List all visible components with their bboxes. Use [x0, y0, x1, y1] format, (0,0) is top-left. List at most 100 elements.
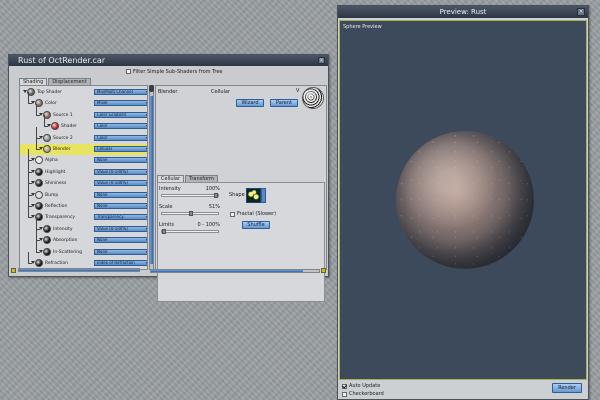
- checkerboard-option[interactable]: Checkerboard: [342, 391, 384, 397]
- scale-slider[interactable]: [161, 211, 219, 216]
- shape-dropdown-handle[interactable]: [261, 188, 266, 203]
- preview-close-icon[interactable]: ×: [577, 8, 585, 16]
- shader-type-dropdown[interactable]: Value (0-100%): [94, 168, 147, 175]
- tree-corner-resize-icon[interactable]: [11, 268, 16, 273]
- tree-row[interactable]: Highlight Value (0-100%): [20, 160, 147, 178]
- shader-type-dropdown[interactable]: Value (0-100%): [94, 180, 147, 187]
- intensity-slider-knob[interactable]: [214, 193, 218, 198]
- shape-swatch[interactable]: [246, 188, 261, 203]
- tab-shading[interactable]: Shading: [19, 78, 48, 85]
- checkerboard-checkbox[interactable]: [342, 391, 347, 397]
- shader-type-dropdown[interactable]: Index of Refraction: [94, 260, 147, 266]
- tree-row[interactable]: Source 2 Color: [20, 126, 147, 144]
- tree-row[interactable]: Transparency Transparency: [20, 206, 147, 223]
- tree-node-label: Color: [45, 101, 57, 107]
- shader-ball-icon: [51, 122, 59, 131]
- fractal-option[interactable]: Fractal (Slower): [230, 211, 276, 217]
- shader-type-dropdown[interactable]: Color: [94, 134, 147, 141]
- scale-value: 51%: [208, 204, 220, 210]
- auto-update-label: Auto Update: [349, 383, 381, 389]
- shader-type-dropdown[interactable]: None: [94, 248, 147, 255]
- filter-checkbox[interactable]: [126, 69, 131, 74]
- editor-close-icon[interactable]: ×: [318, 57, 325, 64]
- tree-row[interactable]: Color Mixer: [20, 92, 147, 109]
- tab-cellular[interactable]: Cellular: [157, 175, 185, 182]
- panel-hscroll-thumb[interactable]: [151, 270, 303, 272]
- limits-slider-knob[interactable]: [162, 229, 166, 234]
- node-preview-thumbnail: [302, 87, 324, 109]
- shader-editor-window: Rust of OctRender.car × Filter Simple Su…: [8, 54, 329, 302]
- filter-simple-subshaders-option[interactable]: Filter Simple Sub-Shaders from Tree: [126, 68, 223, 75]
- tree-node-label: Alpha: [45, 158, 58, 164]
- tree-row[interactable]: Shininess Value (0-100%): [20, 172, 147, 189]
- preview-canvas-label: Sphere Preview: [343, 24, 382, 30]
- tab-transform[interactable]: Transform: [185, 175, 218, 182]
- shader-type-dropdown[interactable]: Cellular: [94, 146, 147, 152]
- preview-title: Preview: Rust: [338, 6, 588, 18]
- scroll-up-icon[interactable]: [149, 85, 154, 92]
- panel-corner-resize-icon[interactable]: [321, 268, 326, 273]
- shader-type-dropdown[interactable]: None: [94, 191, 147, 198]
- shader-type-dropdown[interactable]: None: [94, 157, 147, 164]
- auto-update-checkbox[interactable]: [342, 383, 347, 389]
- panel-horizontal-scrollbar[interactable]: [150, 269, 320, 273]
- wizard-button[interactable]: Wizard: [236, 99, 264, 107]
- tree-vertical-scrollbar[interactable]: [149, 85, 154, 270]
- shader-ball-icon: [35, 190, 43, 199]
- limits-label: Limits: [159, 222, 174, 228]
- shader-type-dropdown[interactable]: Value (0-100%): [94, 225, 147, 232]
- tree-connector: [36, 240, 37, 252]
- shader-type-dropdown[interactable]: Color: [94, 123, 147, 130]
- tree-horizontal-scrollbar[interactable]: [18, 268, 140, 272]
- shader-type-dropdown[interactable]: Mixer: [94, 100, 147, 107]
- tree-connector: [28, 195, 29, 206]
- tree-connector: [28, 149, 29, 161]
- intensity-slider[interactable]: [161, 193, 219, 198]
- shuffle-button[interactable]: Shuffle: [242, 221, 270, 229]
- tree-connector: [36, 217, 37, 229]
- tree-connector: [28, 160, 29, 172]
- tree-hscroll-thumb[interactable]: [19, 269, 139, 271]
- parent-button[interactable]: Parent: [270, 99, 298, 107]
- tree-row[interactable]: Alpha None: [20, 149, 147, 166]
- render-button[interactable]: Render: [552, 383, 582, 393]
- tree-node-label: Reflection: [45, 204, 68, 209]
- tree-node-label: Absorption: [53, 238, 78, 244]
- intensity-label: Intensity: [159, 186, 181, 192]
- node-type: Cellular: [211, 89, 231, 95]
- tree-node-label: Top Shader: [37, 90, 62, 95]
- tab-displacement[interactable]: Displacement: [48, 78, 91, 85]
- shader-type-dropdown[interactable]: None: [94, 203, 147, 209]
- fractal-checkbox[interactable]: [230, 211, 235, 217]
- shader-type-dropdown[interactable]: Transparency: [94, 214, 147, 221]
- limits-slider[interactable]: [161, 229, 219, 234]
- tree-row[interactable]: Top Shader Mix/Multi Channel: [20, 87, 147, 98]
- shader-ball-icon: [43, 247, 51, 256]
- tree-row[interactable]: Blender Cellular: [20, 138, 147, 155]
- scale-label: Scale: [159, 204, 173, 210]
- tree-connector: [28, 206, 29, 218]
- tree-scroll-thumb[interactable]: [150, 96, 153, 264]
- tree-row[interactable]: Shader Color: [20, 115, 147, 132]
- tree-node-label: Blender: [53, 147, 71, 152]
- rust-sphere-render: [396, 131, 534, 269]
- editor-title: Rust of OctRender.car: [9, 55, 328, 66]
- shader-type-dropdown[interactable]: None: [94, 237, 147, 244]
- tree-row[interactable]: Source 1 Color Gradient: [20, 103, 147, 121]
- tree-connector: [28, 252, 29, 263]
- tree-row[interactable]: Reflection None: [20, 195, 147, 212]
- tree-connector: [28, 92, 29, 104]
- cellular-settings: Intensity 100% Scale 51% Limits 0 - 100%…: [157, 182, 325, 302]
- tree-connector: [28, 183, 29, 195]
- shader-ball-icon: [43, 133, 51, 142]
- tree-row[interactable]: Bump None: [20, 183, 147, 201]
- shader-type-dropdown[interactable]: Color Gradient: [94, 111, 147, 118]
- tree-row[interactable]: In-Scattering None: [20, 240, 147, 258]
- auto-update-option[interactable]: Auto Update: [342, 383, 380, 389]
- shader-type-dropdown[interactable]: Mix/Multi Channel: [94, 89, 147, 95]
- tree-row[interactable]: Intensity Value (0-100%): [20, 217, 147, 235]
- tree-row[interactable]: Absorption None: [20, 229, 147, 246]
- tree-connector: [36, 103, 37, 115]
- scale-slider-knob[interactable]: [188, 211, 193, 216]
- shader-ball-icon: [35, 156, 43, 165]
